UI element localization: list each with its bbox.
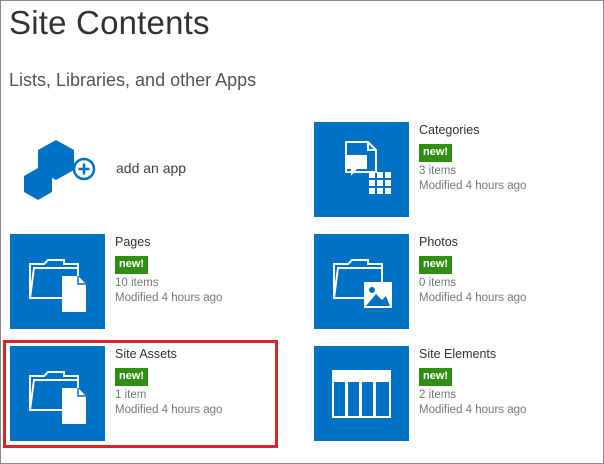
modified-time: Modified 4 hours ago [115, 292, 223, 304]
app-title[interactable]: Site Elements [419, 347, 496, 361]
item-count: 10 items [115, 277, 159, 289]
modified-time: Modified 4 hours ago [419, 404, 527, 416]
item-count: 3 items [419, 165, 457, 177]
add-app-link[interactable]: add an app [116, 160, 186, 176]
app-title[interactable]: Photos [419, 235, 458, 249]
table-list-icon[interactable] [314, 346, 409, 441]
new-badge: new! [419, 256, 453, 274]
app-title[interactable]: Categories [419, 123, 479, 137]
add-app-icon[interactable] [24, 138, 100, 202]
page-title: Site Contents [9, 4, 210, 41]
library-document-icon[interactable] [10, 234, 105, 329]
section-heading: Lists, Libraries, and other Apps [9, 70, 257, 90]
modified-time: Modified 4 hours ago [419, 292, 527, 304]
item-count: 2 items [419, 389, 457, 401]
list-grid-icon[interactable] [314, 122, 409, 217]
item-count: 0 items [419, 277, 457, 289]
modified-time: Modified 4 hours ago [419, 180, 527, 192]
new-badge: new! [115, 256, 149, 274]
picture-library-icon[interactable] [314, 234, 409, 329]
new-badge: new! [419, 144, 453, 162]
new-badge: new! [419, 368, 453, 386]
highlight-box [3, 340, 278, 448]
app-title[interactable]: Pages [115, 235, 150, 249]
